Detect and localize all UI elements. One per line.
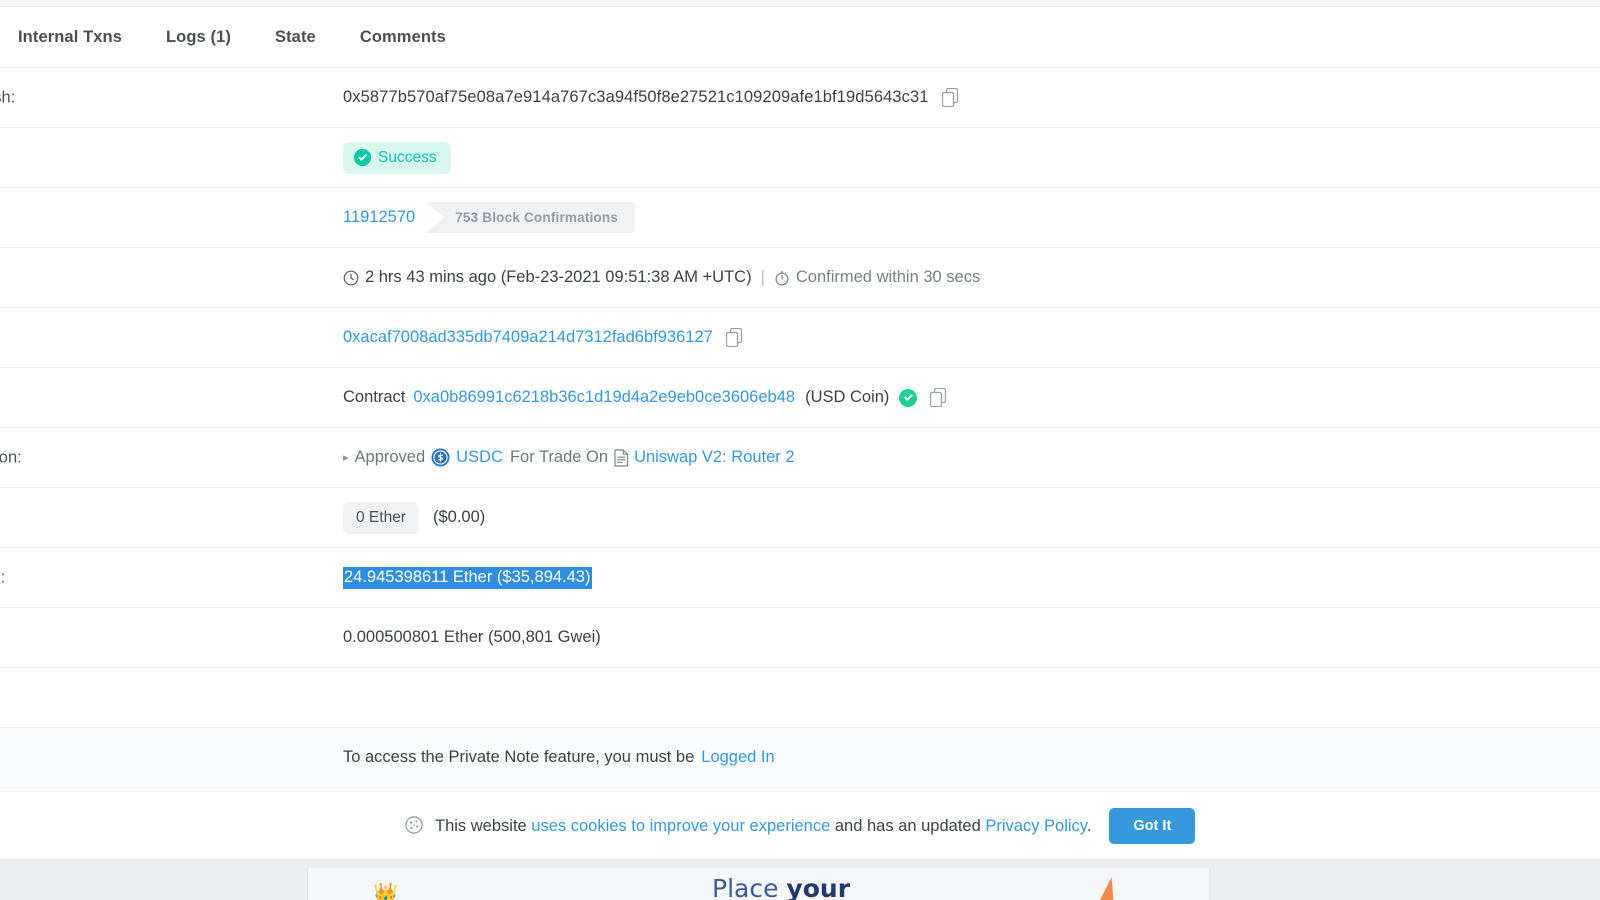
cookie-text-before: This website	[435, 816, 527, 835]
ad-orange-triangle-shape	[1080, 877, 1130, 900]
label-empty-more: Click to see More ↓	[0, 688, 330, 708]
action-token-link[interactable]: USDC	[456, 448, 503, 467]
clock-icon	[343, 270, 359, 286]
label-transaction-fee: Transaction Fee:	[0, 568, 6, 586]
row-block: Block: 11912570 753 Block Confirmations	[0, 188, 1600, 248]
from-address-link[interactable]: 0xacaf7008ad335db7409a214d7312fad6bf9361…	[343, 328, 713, 347]
to-address-link[interactable]: 0xa0b86991c6218b36c1d19d4a2e9eb0ce3606eb…	[413, 388, 795, 407]
to-token-name: (USD Coin)	[805, 388, 890, 406]
contract-document-icon	[614, 448, 629, 467]
action-middle-text: For Trade On	[509, 448, 609, 466]
label-from: From:	[0, 328, 330, 347]
value-transaction-action: ▸ Approved USDC For Trade On Uniswap V2:…	[343, 448, 795, 467]
value-timestamp: 2 hrs 43 mins ago (Feb-23-2021 09:51:38 …	[343, 268, 980, 287]
label-block: Block:	[0, 208, 330, 227]
cookie-consent-banner: This website uses cookies to improve you…	[0, 791, 1600, 859]
caret-right-icon[interactable]: ▸	[343, 451, 349, 464]
action-verb: Approved	[354, 448, 426, 466]
tab-state[interactable]: State	[275, 28, 316, 47]
copy-icon[interactable]	[941, 88, 959, 107]
label-gas-price: Gas Price:	[0, 628, 330, 647]
row-private-note: Private Note: To access the Private Note…	[0, 728, 1600, 788]
value-block: 11912570 753 Block Confirmations	[343, 202, 636, 233]
transaction-tabs: Internal Txns Logs (1) State Comments	[0, 7, 1600, 68]
timestamp-confirmed-within: Confirmed within 30 secs	[795, 268, 981, 286]
row-gas-price: Gas Price: 0.000500801 Ether (500,801 Gw…	[0, 608, 1600, 668]
usdc-token-icon	[431, 448, 450, 467]
row-transaction-hash: Transaction Hash: 0x5877b570af75e08a7e91…	[0, 68, 1600, 128]
value-ether-chip: 0 Ether	[343, 501, 419, 534]
timestamp-separator: |	[760, 268, 765, 286]
value-amount-group: 0 Ether ($0.00)	[343, 501, 486, 534]
tab-logs[interactable]: Logs (1)	[166, 28, 231, 47]
value-usd-text: ($0.00)	[432, 508, 486, 526]
crown-emoji-icon: 👑	[373, 883, 398, 900]
to-contract-prefix: Contract	[343, 388, 406, 406]
label-transaction-hash: Transaction Hash:	[0, 88, 16, 106]
timestamp-age: 2 hrs 43 mins ago (Feb-23-2021 09:51:38 …	[365, 268, 752, 286]
row-value: Value: 0 Ether ($0.00)	[0, 488, 1600, 548]
ad-inner-panel[interactable]: 👑 Place your	[307, 868, 1210, 900]
row-from: From: 0xacaf7008ad335db7409a214d7312fad6…	[0, 308, 1600, 368]
label-timestamp: Timestamp:	[0, 268, 330, 287]
status-badge-label: Success	[378, 148, 437, 166]
value-transaction-fee: 24.945398611 Ether ($35,894.43)	[343, 566, 593, 589]
block-number-link[interactable]: 11912570	[343, 208, 415, 227]
row-status: Status: Success	[0, 128, 1600, 188]
logged-in-link[interactable]: Logged In	[701, 748, 774, 767]
verified-contract-icon	[899, 388, 918, 407]
transaction-hash-text: 0x5877b570af75e08a7e914a767c3a94f50f8e27…	[343, 88, 929, 106]
private-note-text: To access the Private Note feature, you …	[343, 748, 695, 766]
transaction-detail-rows: Transaction Hash: 0x5877b570af75e08a7e91…	[0, 68, 1600, 788]
bottom-ad-banner[interactable]: 👑 Place your	[0, 859, 1600, 900]
value-private-note: To access the Private Note feature, you …	[343, 748, 775, 767]
stopwatch-icon	[774, 270, 790, 286]
ad-title: Place your	[712, 874, 851, 900]
value-status: Success	[343, 141, 451, 174]
cookie-text-after: .	[1086, 816, 1092, 835]
value-gas-price: 0.000500801 Ether (500,801 Gwei)	[343, 628, 601, 647]
cookie-text-middle: and has an updated	[834, 816, 981, 835]
check-circle-icon	[354, 149, 371, 166]
status-badge: Success	[343, 141, 451, 174]
action-target-link[interactable]: Uniswap V2: Router 2	[634, 448, 795, 467]
label-transaction-action: Transaction Action:	[0, 448, 22, 466]
label-to: To:	[0, 388, 330, 407]
cookie-icon	[405, 815, 423, 834]
value-to: Contract 0xa0b86991c6218b36c1d19d4a2e9eb…	[343, 388, 947, 407]
row-transaction-fee: Transaction Fee: 24.945398611 Ether ($35…	[0, 548, 1600, 608]
copy-icon[interactable]	[930, 388, 947, 407]
row-to: To: Contract 0xa0b86991c6218b36c1d19d4a2…	[0, 368, 1600, 428]
value-transaction-hash: 0x5877b570af75e08a7e914a767c3a94f50f8e27…	[343, 88, 959, 107]
tab-comments[interactable]: Comments	[360, 28, 446, 47]
label-status: Status:	[0, 148, 330, 167]
block-confirmations-badge: 753 Block Confirmations	[425, 202, 636, 233]
gas-price-text: 0.000500801 Ether (500,801 Gwei)	[343, 628, 601, 646]
label-private-note: Private Note:	[0, 748, 330, 767]
value-from: 0xacaf7008ad335db7409a214d7312fad6bf9361…	[343, 328, 743, 347]
row-timestamp: Timestamp: 2 hrs 43 mins ago (Feb-23-202…	[0, 248, 1600, 308]
etherscan-transaction-page: Internal Txns Logs (1) State Comments Tr…	[0, 0, 1600, 900]
row-click-to-see-more: Click to see More ↓	[0, 668, 1600, 728]
transaction-fee-selected-text[interactable]: 24.945398611 Ether ($35,894.43)	[343, 566, 593, 589]
label-value: Value:	[0, 508, 330, 527]
got-it-button[interactable]: Got It	[1109, 807, 1196, 844]
cookie-message: This website uses cookies to improve you…	[405, 815, 1092, 836]
page-top-strip	[0, 0, 1600, 7]
privacy-policy-link[interactable]: Privacy Policy	[985, 817, 1086, 835]
tab-internal-txns[interactable]: Internal Txns	[18, 28, 122, 47]
cookie-policy-link[interactable]: uses cookies to improve your experience	[531, 817, 830, 835]
row-transaction-action: Transaction Action: ▸ Approved USDC For …	[0, 428, 1600, 488]
copy-icon[interactable]	[725, 328, 743, 347]
